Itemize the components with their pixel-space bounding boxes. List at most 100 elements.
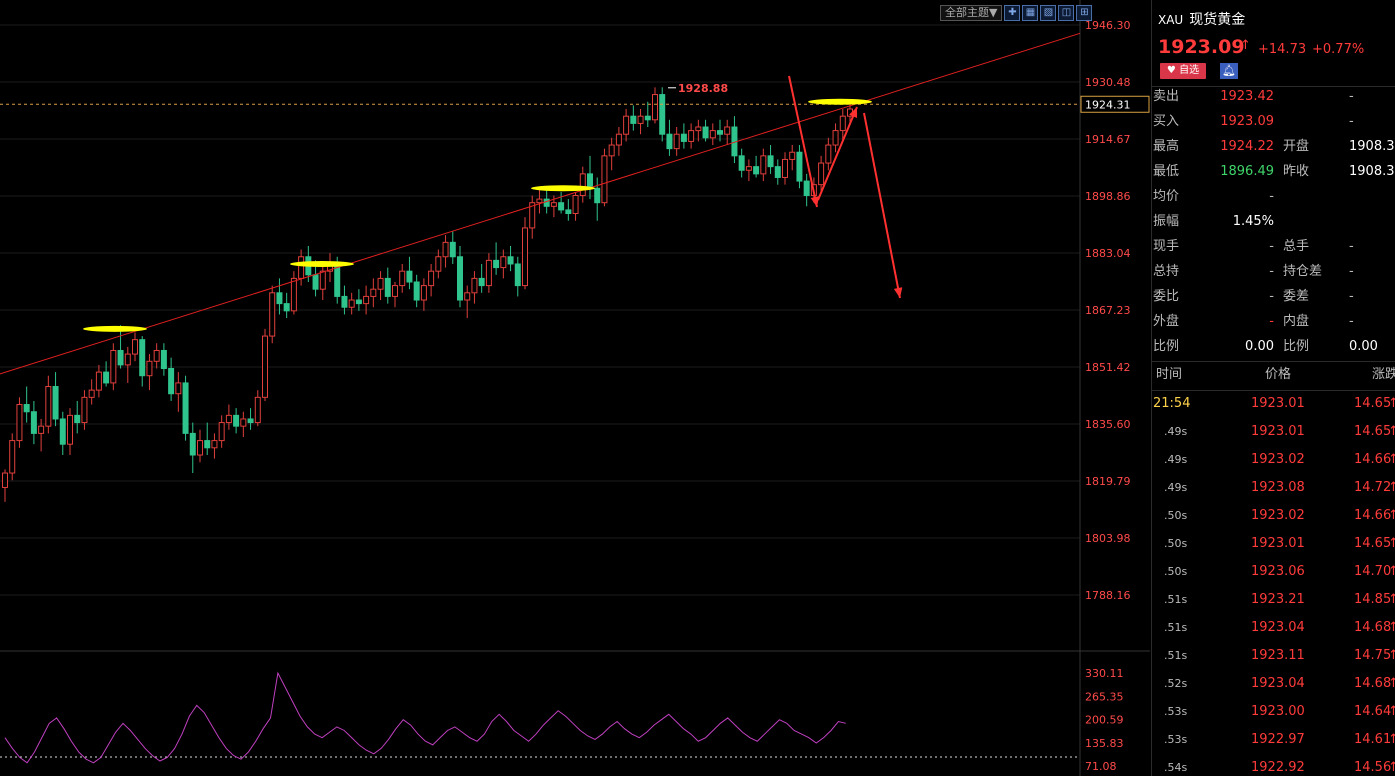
candle-body xyxy=(211,440,218,449)
candle-body xyxy=(485,259,492,287)
stat-label: 昨收 xyxy=(1283,164,1310,179)
y-tick-label: 1835.60 xyxy=(1085,418,1131,431)
candle-body xyxy=(839,115,846,132)
candle-body xyxy=(449,241,456,258)
candle-body xyxy=(406,270,413,283)
candle-body xyxy=(377,277,384,290)
tick-time: .50s xyxy=(1164,565,1188,578)
candle-body xyxy=(355,299,362,305)
candle-body xyxy=(23,404,30,413)
candle-body xyxy=(59,418,66,445)
candle-body xyxy=(514,263,521,287)
candle-body xyxy=(312,274,319,290)
stat-row: 比例 0.00 比例 0.00 xyxy=(1152,334,1395,359)
tick-time: .50s xyxy=(1164,509,1188,522)
candle-body xyxy=(753,166,760,175)
tick-row: .51s 1923.04 14.68↑ xyxy=(1152,616,1395,644)
candle-body xyxy=(623,115,630,135)
candle-body xyxy=(9,440,16,474)
candle-body xyxy=(348,299,355,308)
price-change: +14.73 xyxy=(1258,42,1307,57)
candle-body xyxy=(247,418,254,424)
up-arrow-icon: ↑ xyxy=(1388,700,1395,724)
candle-body xyxy=(52,386,59,420)
add-favorite-button[interactable]: ♥ 自选 xyxy=(1160,63,1206,79)
stat-value: 1924.22 xyxy=(1220,139,1274,154)
indicator-line xyxy=(4,671,846,764)
stat-label: 最低 xyxy=(1153,164,1180,179)
stat-label: 比例 xyxy=(1153,339,1180,354)
tick-row: .49s 1923.01 14.65↑ xyxy=(1152,420,1395,448)
candle-body xyxy=(88,389,95,398)
stat-value: 1908.36 xyxy=(1349,139,1395,154)
stat-value: - xyxy=(1269,289,1274,304)
tick-row: .52s 1923.04 14.68↑ xyxy=(1152,672,1395,700)
stat-label: 现手 xyxy=(1153,239,1180,254)
up-arrow-icon: ↑ xyxy=(1388,532,1395,556)
candle-body xyxy=(319,270,326,290)
tick-change: 14.64 xyxy=(1354,704,1392,719)
symbol-name: 现货黄金 xyxy=(1189,12,1246,28)
y-tick-label: 1803.98 xyxy=(1085,532,1131,545)
ticks-header-price: 价格 xyxy=(1265,367,1292,382)
quote-header: XAU 现货黄金 1923.09 ↑ +14.73 +0.77% ♥ 自选 🔔︎ xyxy=(1152,0,1395,87)
symbol-title: XAU 现货黄金 xyxy=(1158,9,1245,29)
candle-body xyxy=(233,414,240,427)
stat-row: 委比 - 委差 - xyxy=(1152,284,1395,309)
tick-price: 1923.01 xyxy=(1251,424,1305,439)
candle-body xyxy=(832,130,839,146)
highlight-mark xyxy=(808,98,872,105)
tick-price: 1922.92 xyxy=(1251,760,1305,775)
stat-value: - xyxy=(1269,239,1274,254)
candle-body xyxy=(38,425,45,434)
stat-label: 外盘 xyxy=(1153,314,1180,329)
candle-body xyxy=(334,263,341,297)
tick-price: 1923.06 xyxy=(1251,564,1305,579)
candle-body xyxy=(2,472,8,488)
candle-body xyxy=(81,396,88,424)
tick-time: .49s xyxy=(1164,425,1188,438)
candle-body xyxy=(298,256,305,279)
indicator-tick-label: 330.11 xyxy=(1085,667,1124,680)
crosshair-icon[interactable]: ✚ xyxy=(1004,5,1021,21)
bell-icon[interactable]: 🔔︎ xyxy=(1220,63,1238,79)
highlight-mark xyxy=(290,260,354,267)
candle-body xyxy=(218,422,225,442)
candlestick-chart[interactable]: 1946.301930.481914.671898.861883.041867.… xyxy=(0,0,1150,776)
candle-body xyxy=(500,256,507,269)
tick-change: 14.65 xyxy=(1354,424,1392,439)
candle-body xyxy=(774,166,781,178)
stat-label: 卖出 xyxy=(1153,89,1180,104)
stat-label: 比例 xyxy=(1283,339,1310,354)
highlight-mark xyxy=(531,185,595,192)
settings-icon[interactable]: ⊞ xyxy=(1076,5,1093,21)
candle-body xyxy=(103,371,110,384)
grid-icon[interactable]: ▦ xyxy=(1022,5,1039,21)
tick-change: 14.85 xyxy=(1354,592,1392,607)
theme-select[interactable]: 全部主题▼ xyxy=(940,5,1003,21)
candle-body xyxy=(67,414,73,445)
stat-value: 1.45% xyxy=(1232,214,1274,229)
candle-body xyxy=(471,277,478,294)
candle-body xyxy=(146,360,153,377)
expand-icon[interactable]: ◫ xyxy=(1058,5,1075,21)
y-tick-label: 1788.16 xyxy=(1085,589,1131,602)
candle-body xyxy=(420,285,427,301)
candle-body xyxy=(825,144,832,164)
tick-row: .51s 1923.21 14.85↑ xyxy=(1152,588,1395,616)
tick-row: 21:54 1923.01 14.65↑ xyxy=(1152,392,1395,420)
tick-change: 14.66 xyxy=(1354,508,1392,523)
candle-body xyxy=(608,144,615,157)
tick-time: .53s xyxy=(1164,705,1188,718)
chart-area[interactable]: 1946.30 1930.48 1914.67 1898.86 1883.04 1867.… xyxy=(0,0,1150,776)
up-arrow-icon: ↑ xyxy=(1388,672,1395,696)
tick-price: 1923.11 xyxy=(1251,648,1305,663)
stat-label: 持仓差 xyxy=(1283,264,1323,279)
candle-body xyxy=(435,256,442,272)
tick-row: .50s 1923.06 14.70↑ xyxy=(1152,560,1395,588)
up-arrow-icon: ↑ xyxy=(1388,588,1395,612)
candle-body xyxy=(110,349,117,384)
chart-icon[interactable]: ▧ xyxy=(1040,5,1057,21)
stat-row: 最低 1896.49 昨收 1908.36 xyxy=(1152,159,1395,184)
candle-body xyxy=(139,339,146,377)
